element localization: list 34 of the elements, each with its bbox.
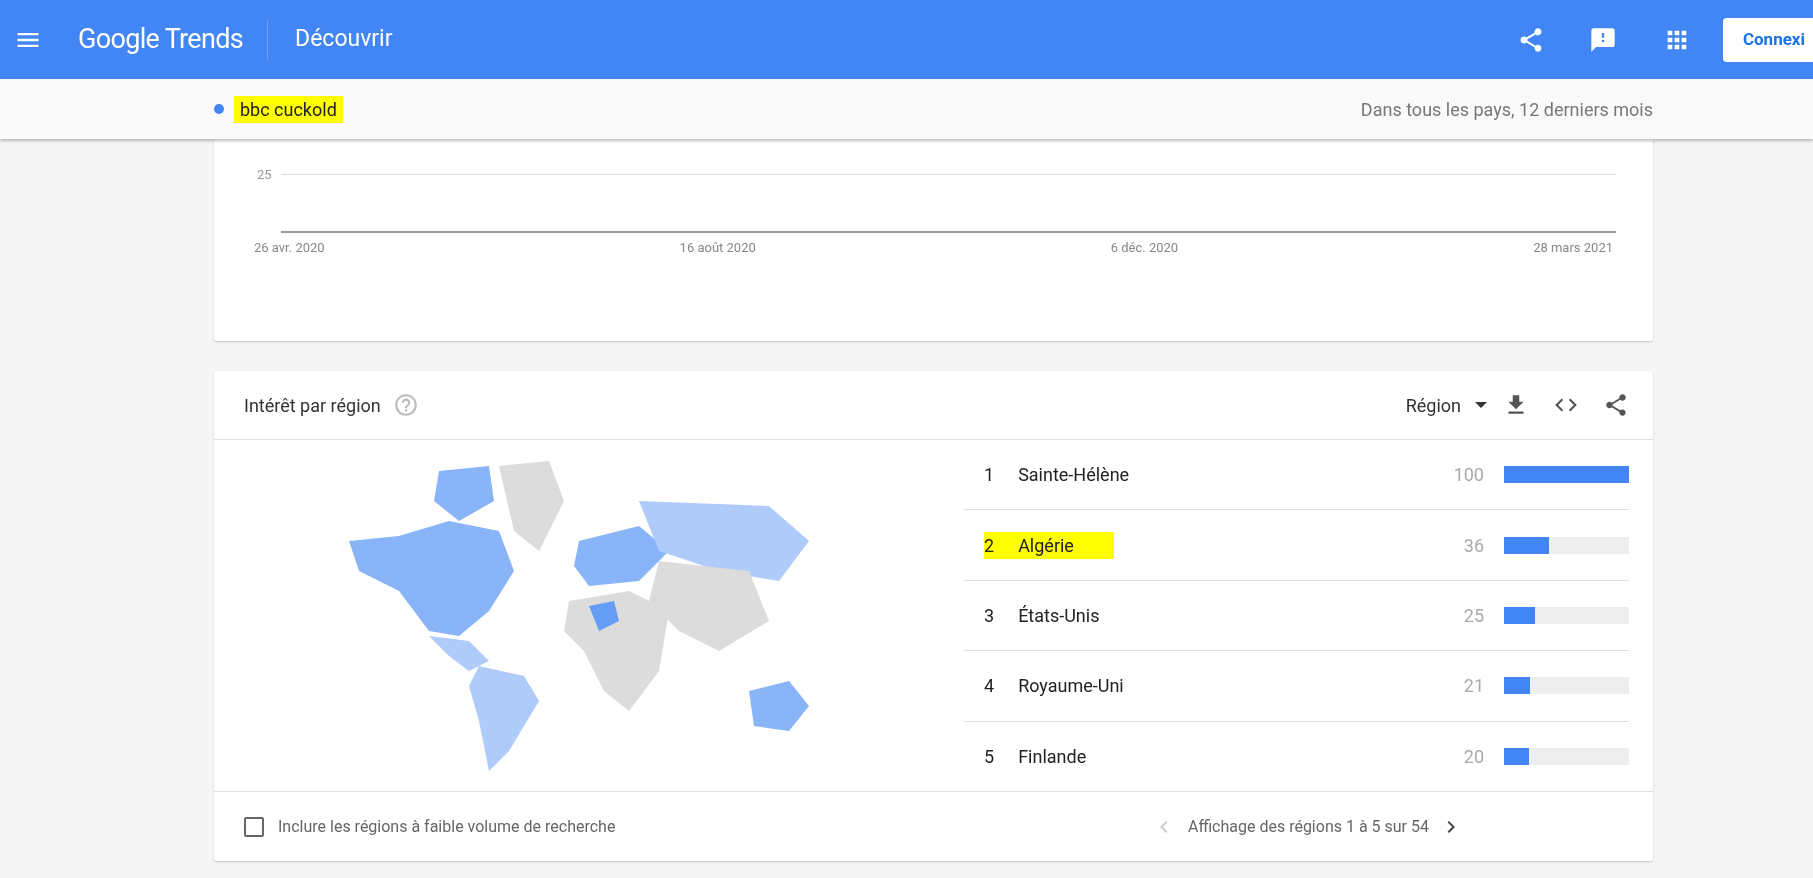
region-value: 100 bbox=[1452, 463, 1484, 488]
resolution-dropdown[interactable]: Région bbox=[1405, 391, 1487, 419]
region-label: 5 Finlande bbox=[984, 744, 1088, 769]
axis-date-label: 28 mars 2021 bbox=[1533, 239, 1613, 257]
caret-icon bbox=[1475, 402, 1487, 408]
sign-in-button[interactable]: Connexi bbox=[1722, 17, 1813, 62]
search-term: bbc cuckold bbox=[234, 95, 343, 123]
axis-date-label: 6 déc. 2020 bbox=[1110, 239, 1179, 257]
region-label: 2 Algérie bbox=[984, 531, 1114, 559]
help-icon[interactable] bbox=[392, 392, 419, 418]
region-value: 25 bbox=[1462, 604, 1484, 628]
scope-text: Dans tous les pays, 12 derniers mois bbox=[1360, 97, 1653, 122]
region-label: 4 Royaume-Uni bbox=[984, 674, 1125, 699]
app-logo[interactable]: Google Trends bbox=[78, 19, 244, 60]
low-volume-checkbox[interactable] bbox=[244, 816, 264, 837]
axis-date-label: 26 avr. 2020 bbox=[254, 239, 325, 257]
region-row[interactable]: 2 Algérie 36 bbox=[964, 510, 1629, 581]
region-row[interactable]: 4 Royaume-Uni 21 bbox=[964, 651, 1629, 722]
axis-date-label: 16 août 2020 bbox=[679, 239, 756, 257]
region-label: 1 Sainte-Hélène bbox=[984, 463, 1131, 488]
page-title: Découvrir bbox=[295, 24, 393, 55]
region-label: 3 États-Unis bbox=[984, 604, 1101, 628]
region-value: 36 bbox=[1462, 533, 1484, 558]
region-row[interactable]: 5 Finlande 20 bbox=[964, 721, 1629, 792]
checkbox-label: Inclure les régions à faible volume de recherche bbox=[278, 815, 616, 838]
region-row[interactable]: 3 États-Unis 25 bbox=[964, 580, 1629, 652]
axis-tick-label: 25 bbox=[257, 166, 272, 184]
region-value: 20 bbox=[1462, 744, 1484, 769]
pagination-text: Affichage des régions 1 à 5 sur 54 bbox=[1187, 815, 1429, 838]
card-title: Intérêt par région bbox=[244, 393, 381, 418]
feedback-icon[interactable] bbox=[1588, 25, 1617, 54]
share-icon[interactable] bbox=[1603, 392, 1629, 418]
region-row[interactable]: 1 Sainte-Hélène 100 bbox=[964, 440, 1629, 511]
region-value: 21 bbox=[1462, 674, 1484, 699]
